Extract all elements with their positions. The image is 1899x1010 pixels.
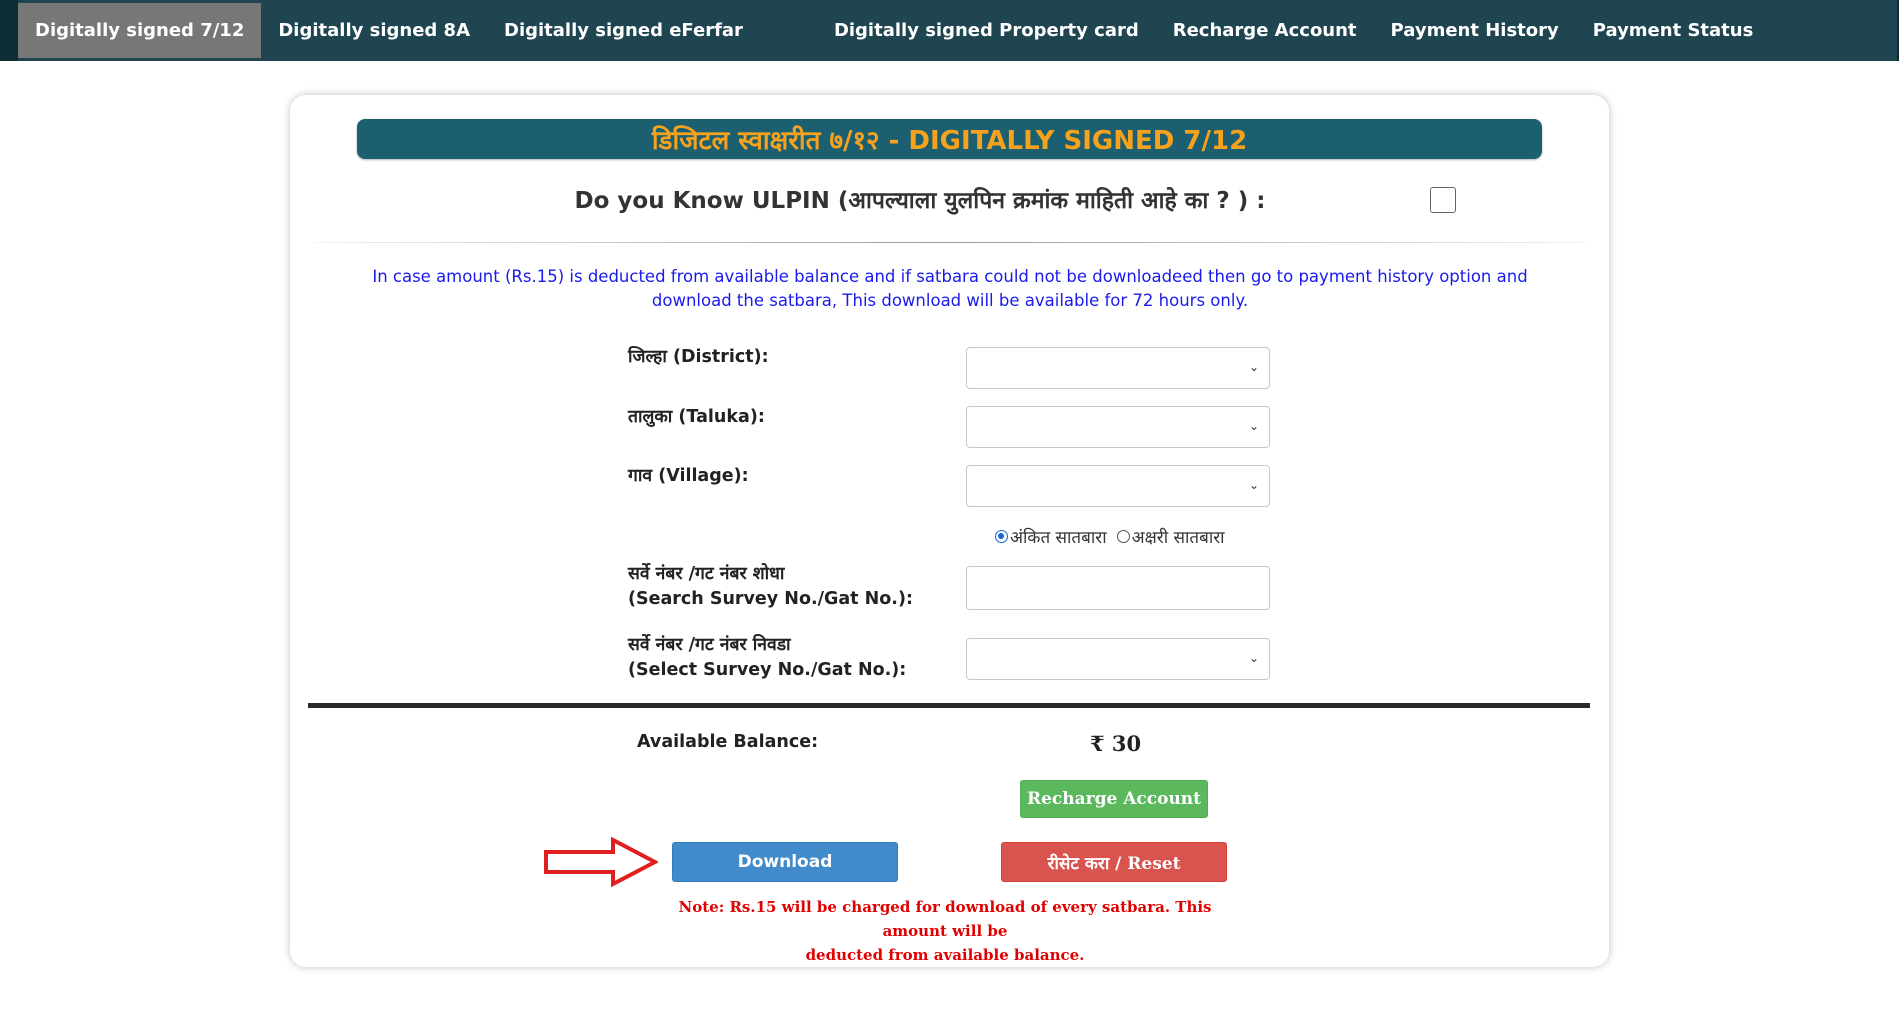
recharge-account-button[interactable]: Recharge Account: [1020, 780, 1208, 818]
select-survey-dropdown[interactable]: ⌄: [966, 638, 1270, 680]
chevron-down-icon: ⌄: [1248, 360, 1259, 374]
info-message: In case amount (Rs.15) is deducted from …: [372, 267, 1528, 310]
nav-digitally-signed-eferfar[interactable]: Digitally signed eFerfar: [487, 3, 760, 58]
chevron-down-icon: ⌄: [1248, 419, 1259, 433]
page-title-banner: डिजिटल स्वाक्षरीत ७/१२ - DIGITALLY SIGNE…: [357, 119, 1542, 159]
available-balance-label: Available Balance:: [637, 732, 819, 752]
search-survey-label-mr: सर्वे नंबर /गट नंबर शोधा: [628, 564, 785, 584]
ulpin-question: Do you Know ULPIN (आपल्याला युलपिन क्रमा…: [574, 188, 1266, 214]
divider: [315, 242, 1585, 243]
search-survey-label: सर्वे नंबर /गट नंबर शोधा (Search Survey …: [628, 562, 913, 612]
nav-digitally-signed-property-card[interactable]: Digitally signed Property card: [817, 3, 1156, 58]
nav-payment-history[interactable]: Payment History: [1374, 3, 1576, 58]
reset-button[interactable]: रीसेट करा / Reset: [1001, 842, 1227, 882]
ulpin-checkbox[interactable]: [1430, 187, 1456, 213]
charge-note: Note: Rs.15 will be charged for download…: [645, 895, 1245, 967]
top-navigation: Digitally signed 7/12 Digitally signed 8…: [0, 0, 1899, 61]
village-label: गाव (Village):: [628, 466, 749, 486]
nav-recharge-account[interactable]: Recharge Account: [1156, 3, 1374, 58]
radio-akshari-satbara[interactable]: अक्षरी सातबारा: [1116, 525, 1225, 548]
radio-ankit-satbara[interactable]: अंकित सातबारा: [995, 525, 1107, 548]
download-button[interactable]: Download: [672, 842, 898, 882]
nav-digitally-signed-8a[interactable]: Digitally signed 8A: [261, 3, 487, 58]
radio-akshari-label: अक्षरी सातबारा: [1131, 528, 1225, 548]
radio-ankit-label: अंकित सातबारा: [1010, 528, 1107, 548]
nav-payment-status[interactable]: Payment Status: [1576, 3, 1771, 58]
radio-button-checked[interactable]: [995, 530, 1008, 543]
section-divider: [308, 703, 1590, 708]
charge-note-line2: deducted from available balance.: [805, 946, 1085, 964]
taluka-select[interactable]: ⌄: [966, 406, 1270, 448]
charge-note-line1: Note: Rs.15 will be charged for download…: [678, 898, 1212, 940]
chevron-down-icon: ⌄: [1248, 478, 1259, 492]
search-survey-label-en: (Search Survey No./Gat No.):: [628, 589, 913, 609]
available-balance-value: ₹ 30: [1090, 731, 1142, 756]
district-label: जिल्हा (District):: [628, 347, 769, 367]
taluka-label: तालुका (Taluka):: [628, 407, 765, 427]
nav-digitally-signed-7-12[interactable]: Digitally signed 7/12: [18, 3, 262, 58]
satbara-type-radio-group: अंकित सातबारा अक्षरी सातबारा: [995, 525, 1235, 548]
radio-button-unchecked[interactable]: [1116, 530, 1130, 543]
district-select[interactable]: ⌄: [966, 347, 1270, 389]
form-card: डिजिटल स्वाक्षरीत ७/१२ - DIGITALLY SIGNE…: [290, 95, 1609, 967]
select-survey-label-en: (Select Survey No./Gat No.):: [628, 660, 907, 680]
search-survey-input[interactable]: [966, 566, 1270, 610]
chevron-down-icon: ⌄: [1248, 651, 1259, 665]
select-survey-label-mr: सर्वे नंबर /गट नंबर निवडा: [628, 635, 791, 655]
village-select[interactable]: ⌄: [966, 465, 1270, 507]
select-survey-label: सर्वे नंबर /गट नंबर निवडा (Select Survey…: [628, 633, 906, 683]
right-arrow-icon: [544, 837, 658, 887]
